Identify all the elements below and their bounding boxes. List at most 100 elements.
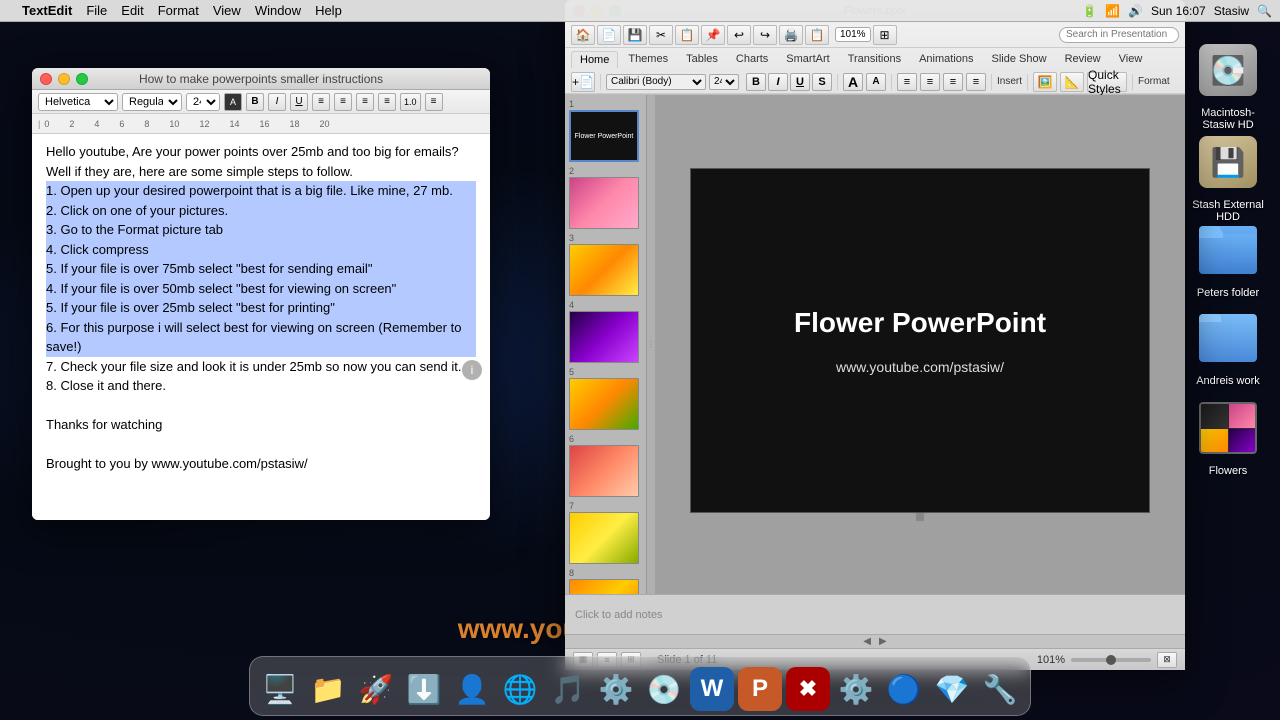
toolbar-btn-5[interactable]: 🖨️ <box>779 25 803 45</box>
slide-panel[interactable]: 1 Flower PowerPoint 2 3 4 5 <box>565 95 647 594</box>
dock-powerpoint[interactable]: P <box>738 667 782 711</box>
tab-slideshow[interactable]: Slide Show <box>984 51 1055 67</box>
dock-folder[interactable]: 📁 <box>306 667 350 711</box>
desktop-icon-macintosh-hd[interactable]: 💽 Macintosh- Stasiw HD <box>1188 38 1268 132</box>
scroll-left-arrow[interactable]: ◀ <box>863 636 871 647</box>
spotlight-icon[interactable]: 🔍 <box>1257 4 1272 18</box>
tab-tables[interactable]: Tables <box>678 51 726 67</box>
notes-area[interactable]: Click to add notes <box>565 594 1185 634</box>
zoom-thumb[interactable] <box>1106 655 1116 665</box>
zoom-options[interactable]: ⊞ <box>873 25 897 45</box>
tab-animations[interactable]: Animations <box>911 51 981 67</box>
font-family-ppt-select[interactable]: Calibri (Body) <box>606 74 706 90</box>
align-left-ppt[interactable]: ≡ <box>897 73 917 91</box>
dock-x[interactable]: ✖ <box>786 667 830 711</box>
justify-ppt[interactable]: ≡ <box>966 73 986 91</box>
toolbar-btn-3[interactable]: 💾 <box>623 25 647 45</box>
align-center-ppt[interactable]: ≡ <box>920 73 940 91</box>
font-size-decrease[interactable]: A <box>843 73 863 91</box>
font-color-btn[interactable]: A <box>224 93 242 111</box>
slide-thumbnail-7[interactable] <box>569 512 639 564</box>
slide-thumb-7[interactable]: 7 <box>569 501 639 564</box>
dock-launchpad[interactable]: 🚀 <box>354 667 398 711</box>
panel-divider[interactable]: ⋮ <box>647 95 655 594</box>
slide-thumbnail-8[interactable] <box>569 579 639 594</box>
menu-format[interactable]: Format <box>158 3 199 18</box>
toolbar-undo[interactable]: ↩ <box>727 25 751 45</box>
arrange-btn[interactable]: 📐 <box>1060 72 1084 92</box>
slide-thumb-3[interactable]: 3 <box>569 233 639 296</box>
ppt-bold-btn[interactable]: B <box>746 73 766 91</box>
slide-thumb-1[interactable]: 1 Flower PowerPoint <box>569 99 639 162</box>
textedit-minimize-button[interactable] <box>58 73 70 85</box>
menu-window[interactable]: Window <box>255 3 301 18</box>
slide-thumb-6[interactable]: 6 <box>569 434 639 497</box>
tab-smartart[interactable]: SmartArt <box>778 51 837 67</box>
resize-handle-bottom[interactable] <box>916 513 924 521</box>
slide-thumbnail-6[interactable] <box>569 445 639 497</box>
tab-view[interactable]: View <box>1111 51 1151 67</box>
toolbar-btn-cut[interactable]: ✂ <box>649 25 673 45</box>
line-spacing-btn[interactable]: 1.0 <box>400 93 421 111</box>
desktop-icon-peters-folder[interactable]: Peters folder <box>1188 218 1268 300</box>
ppt-underline-btn[interactable]: U <box>790 73 810 91</box>
slide-thumb-8[interactable]: 8 <box>569 568 639 594</box>
toolbar-btn-copy[interactable]: 📋 <box>675 25 699 45</box>
tab-charts[interactable]: Charts <box>728 51 776 67</box>
slide-thumbnail-3[interactable] <box>569 244 639 296</box>
slide-thumb-5[interactable]: 5 <box>569 367 639 430</box>
menu-help[interactable]: Help <box>315 3 342 18</box>
italic-btn[interactable]: I <box>268 93 286 111</box>
dock-appstore[interactable]: ⬇️ <box>402 667 446 711</box>
slide-thumbnail-2[interactable] <box>569 177 639 229</box>
insert-picture-btn[interactable]: 🖼️ <box>1033 72 1057 92</box>
tab-themes[interactable]: Themes <box>620 51 676 67</box>
align-left-btn[interactable]: ≡ <box>312 93 330 111</box>
dock-extra1[interactable]: 🔧 <box>978 667 1022 711</box>
fit-window-btn[interactable]: ⊠ <box>1157 652 1177 668</box>
font-size-select[interactable]: 24 <box>186 93 220 111</box>
ppt-italic-btn[interactable]: I <box>768 73 788 91</box>
menu-file[interactable]: File <box>86 3 107 18</box>
font-size-increase[interactable]: A <box>866 73 886 91</box>
dock-ruby[interactable]: 💎 <box>930 667 974 711</box>
dock-finder[interactable]: 🖥️ <box>258 667 302 711</box>
dock-colormatcher[interactable]: 🔵 <box>882 667 926 711</box>
dock-colorsync[interactable]: ⚙️ <box>834 667 878 711</box>
align-center-btn[interactable]: ≡ <box>334 93 352 111</box>
textedit-close-button[interactable] <box>40 73 52 85</box>
slide-thumbnail-5[interactable] <box>569 378 639 430</box>
desktop-icon-andreis-work[interactable]: Andreis work <box>1188 306 1268 388</box>
list-btn[interactable]: ≡ <box>425 93 443 111</box>
toolbar-btn-paste[interactable]: 📌 <box>701 25 725 45</box>
zoom-control[interactable]: 101% <box>835 27 871 42</box>
dock-settings[interactable]: ⚙️ <box>594 667 638 711</box>
app-menu-textedit[interactable]: TextEdit <box>22 3 72 18</box>
dock-dvd[interactable]: 💿 <box>642 667 686 711</box>
dock-itunes[interactable]: 🎵 <box>546 667 590 711</box>
toolbar-btn-6[interactable]: 📋 <box>805 25 829 45</box>
bold-btn[interactable]: B <box>246 93 264 111</box>
new-slide-btn[interactable]: +📄 <box>571 72 595 92</box>
align-right-ppt[interactable]: ≡ <box>943 73 963 91</box>
zoom-slider[interactable] <box>1071 658 1151 662</box>
textedit-content-area[interactable]: Hello youtube, Are your power points ove… <box>32 134 490 520</box>
menu-view[interactable]: View <box>213 3 241 18</box>
slide-thumb-2[interactable]: 2 <box>569 166 639 229</box>
toolbar-btn-1[interactable]: 🏠 <box>571 25 595 45</box>
dock-contacts[interactable]: 👤 <box>450 667 494 711</box>
font-style-select[interactable]: Regular <box>122 93 182 111</box>
scroll-right-arrow[interactable]: ▶ <box>879 636 887 647</box>
quick-styles-btn[interactable]: Quick Styles <box>1087 72 1127 92</box>
textedit-maximize-button[interactable] <box>76 73 88 85</box>
font-family-select[interactable]: Helvetica <box>38 93 118 111</box>
align-right-btn[interactable]: ≡ <box>356 93 374 111</box>
info-button[interactable]: i <box>462 360 482 380</box>
desktop-icon-stash-hd[interactable]: 💾 Stash External HDD <box>1188 130 1268 224</box>
slide-thumbnail-4[interactable] <box>569 311 639 363</box>
tab-review[interactable]: Review <box>1057 51 1109 67</box>
underline-btn[interactable]: U <box>290 93 308 111</box>
dock-word[interactable]: W <box>690 667 734 711</box>
toolbar-redo[interactable]: ↪ <box>753 25 777 45</box>
desktop-icon-flowers[interactable]: Flowers <box>1188 396 1268 478</box>
